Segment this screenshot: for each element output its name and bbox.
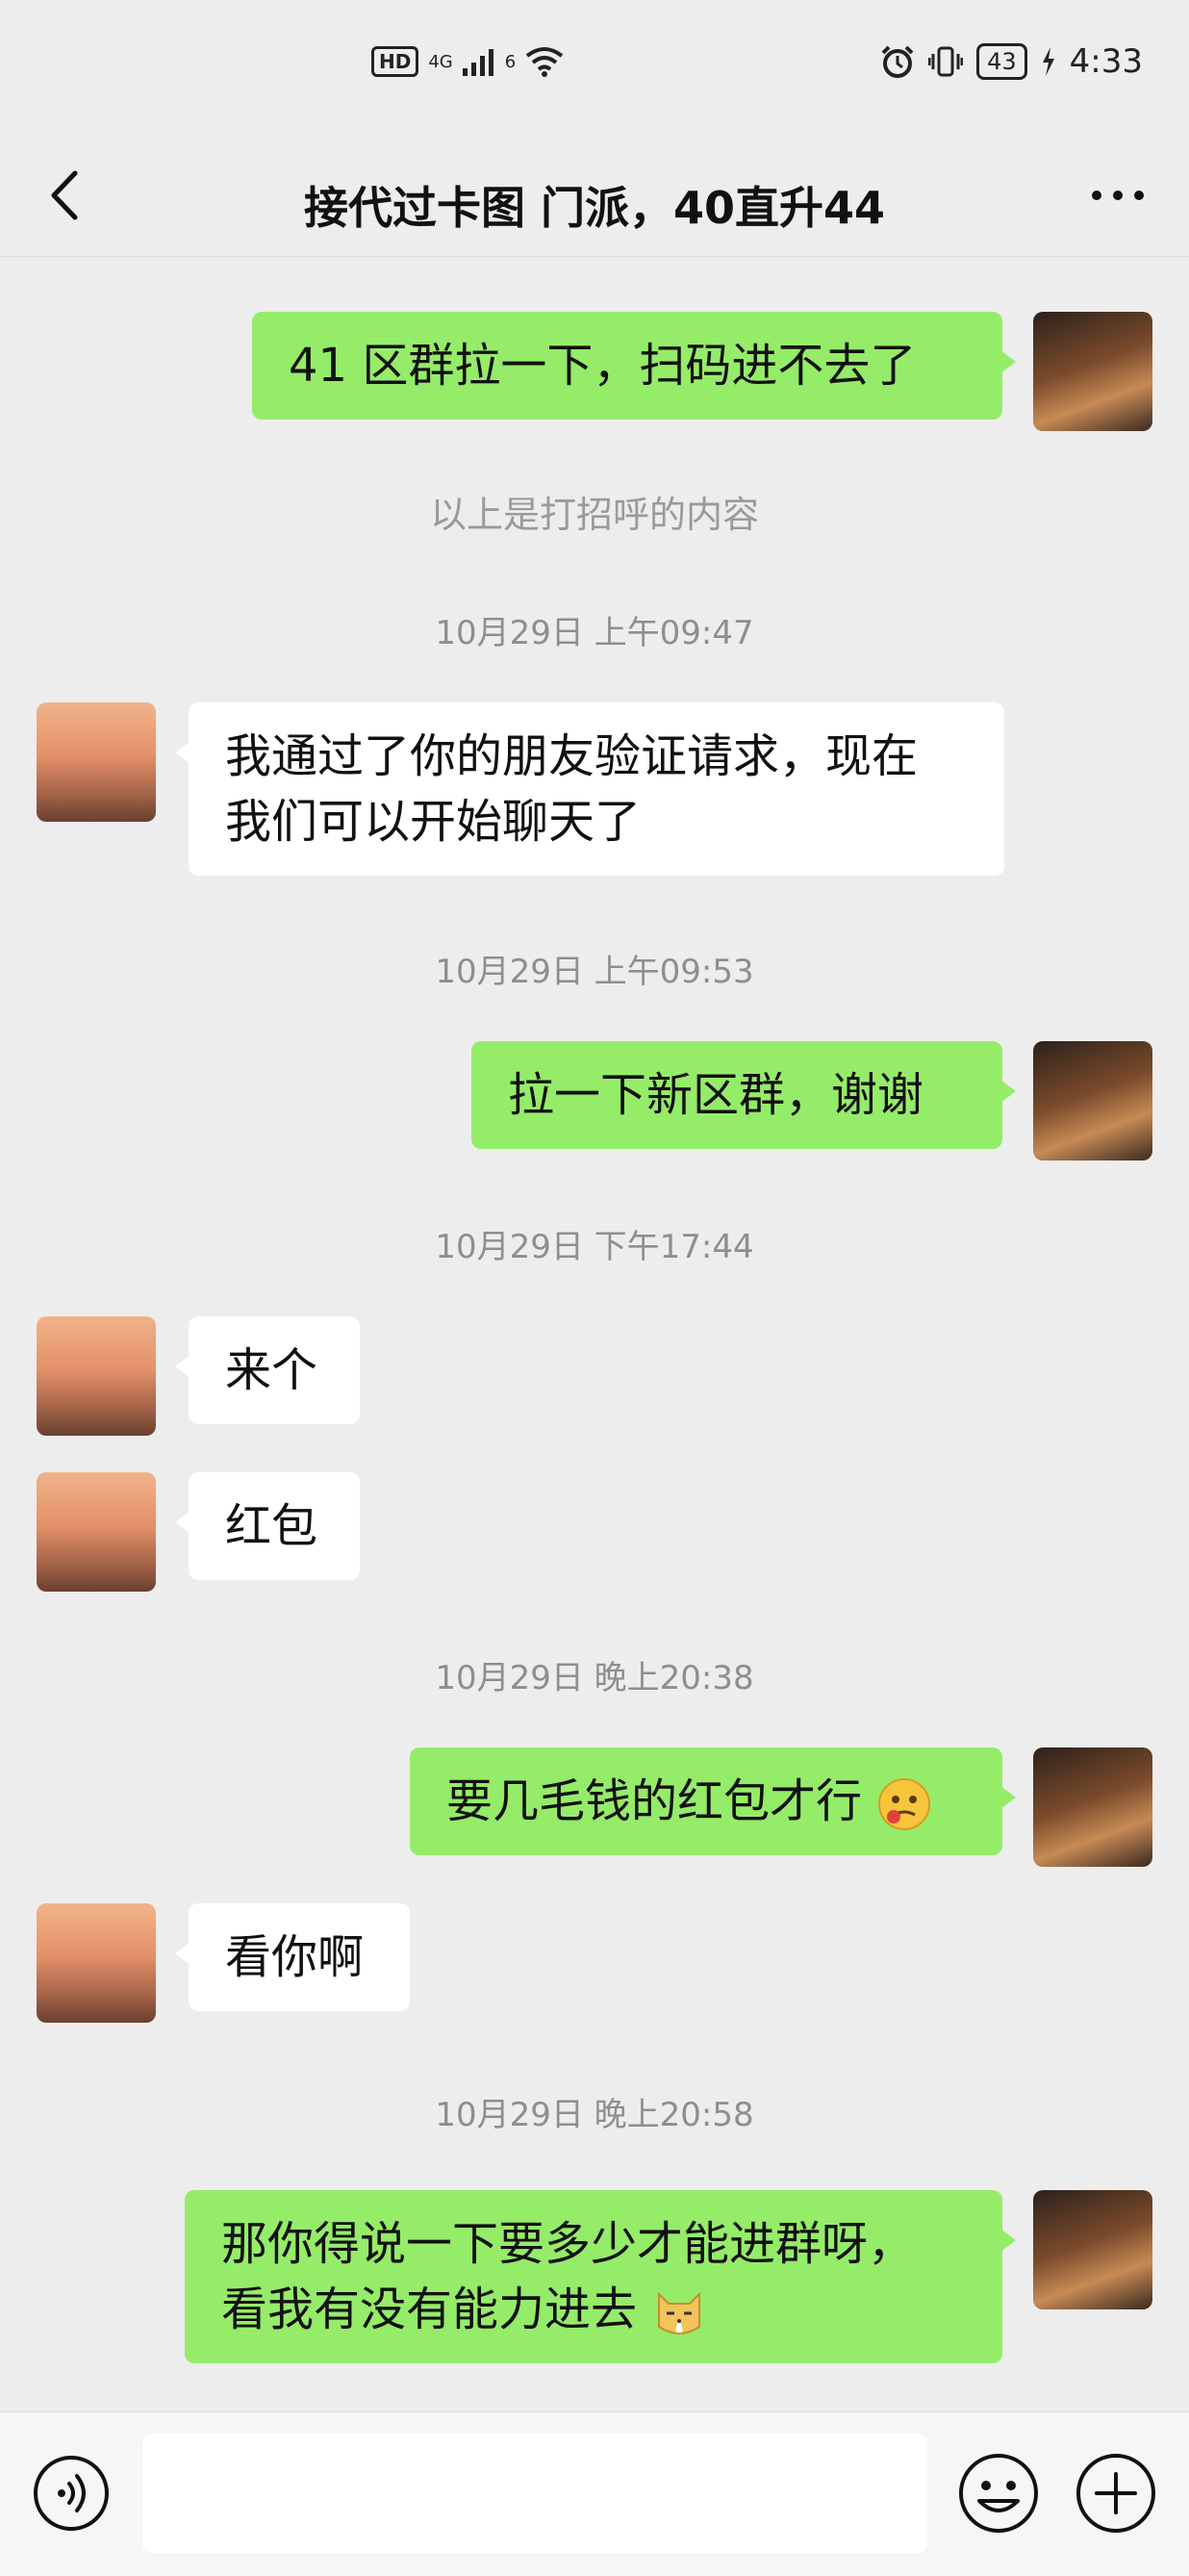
message-text-line1: 我通过了你的朋友验证请求，现在 <box>225 729 919 783</box>
message-text-line1: 那你得说一下要多少才能进群呀， <box>221 2217 915 2271</box>
incoming-message[interactable]: 我通过了你的朋友验证请求，现在 我们可以开始聊天了 <box>175 702 1004 876</box>
timestamp: 10月29日 下午17:44 <box>435 1228 754 1266</box>
my-avatar[interactable] <box>1033 2190 1152 2309</box>
vibrate-icon <box>928 46 964 77</box>
status-bar: HD 4G 6 43 4:33 <box>0 0 1189 135</box>
battery-level: 43 <box>976 43 1027 80</box>
timestamp: 10月29日 晚上20:38 <box>435 1659 754 1697</box>
clock-time: 4:33 <box>1069 42 1143 81</box>
message-text: 来个 <box>225 1343 318 1397</box>
message-text: 拉一下新区群，谢谢 <box>508 1068 924 1122</box>
wifi-6-label: 6 <box>504 51 517 72</box>
cat-face-emoji-icon <box>658 2291 701 2334</box>
message-text: 看你啊 <box>225 1930 365 1984</box>
my-avatar[interactable] <box>1033 1747 1152 1867</box>
message-text: 红包 <box>225 1499 318 1553</box>
message-text-line2: 我们可以开始聊天了 <box>225 795 642 849</box>
incoming-message[interactable]: 看你啊 <box>175 1903 410 2011</box>
outgoing-message[interactable]: 41 区群拉一下，扫码进不去了 <box>252 312 1016 420</box>
voice-icon[interactable] <box>31 2453 112 2534</box>
my-avatar[interactable] <box>1033 312 1152 431</box>
thinking-face-emoji-icon <box>878 1778 931 1830</box>
network-4g-label: 4G <box>428 51 453 72</box>
chat-title: 接代过卡图 门派，40直升44 <box>303 182 886 234</box>
contact-avatar[interactable] <box>37 1316 156 1436</box>
message-text: 41 区群拉一下，扫码进不去了 <box>289 339 917 393</box>
charging-icon <box>1042 47 1054 76</box>
contact-avatar[interactable] <box>37 1903 156 2023</box>
timestamp: 10月29日 上午09:53 <box>435 953 754 991</box>
message-text-line2: 看我有没有能力进去 <box>221 2283 638 2336</box>
message-input[interactable] <box>142 2434 927 2553</box>
timestamp: 10月29日 上午09:47 <box>435 614 754 652</box>
chat-header: 接代过卡图 门派，40直升44 <box>0 135 1189 257</box>
outgoing-message[interactable]: 拉一下新区群，谢谢 <box>471 1041 1016 1149</box>
outgoing-message[interactable]: 那你得说一下要多少才能进群呀， 看我有没有能力进去 <box>185 2190 1016 2363</box>
my-avatar[interactable] <box>1033 1041 1152 1160</box>
alarm-icon <box>881 45 914 78</box>
message-text: 要几毛钱的红包才行 <box>446 1774 863 1828</box>
chat-input-bar <box>0 2411 1189 2576</box>
wifi-icon <box>525 47 564 77</box>
more-dots-icon[interactable] <box>1083 164 1152 227</box>
message-list[interactable]: 41 区群拉一下，扫码进不去了 以上是打招呼的内容 10月29日 上午09:47… <box>0 256 1189 2411</box>
contact-avatar[interactable] <box>37 702 156 822</box>
outgoing-message[interactable]: 要几毛钱的红包才行 <box>410 1747 1016 1855</box>
timestamp: 10月29日 晚上20:58 <box>435 2096 754 2134</box>
incoming-message[interactable]: 来个 <box>175 1316 360 1424</box>
incoming-message[interactable]: 红包 <box>175 1472 360 1580</box>
contact-avatar[interactable] <box>37 1472 156 1592</box>
signal-icon <box>462 49 493 76</box>
emoji-icon[interactable] <box>956 2451 1041 2536</box>
status-right: 43 4:33 <box>880 42 1143 81</box>
hd-badge: HD <box>371 46 419 77</box>
greeting-notice: 以上是打招呼的内容 <box>429 494 759 536</box>
network-indicators: HD 4G 6 <box>371 46 564 77</box>
message-text-line2-wrap: 看我有没有能力进去 <box>221 2277 966 2342</box>
plus-icon[interactable] <box>1074 2451 1158 2536</box>
